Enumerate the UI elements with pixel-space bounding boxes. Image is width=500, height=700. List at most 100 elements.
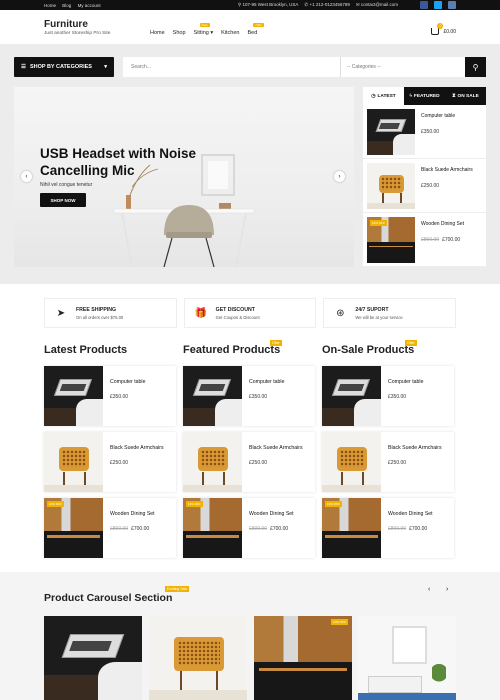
- top-link-blog[interactable]: Blog: [62, 3, 71, 8]
- product-card[interactable]: 13% OFF Wooden Dining Set £800.00 £700.00: [44, 498, 176, 558]
- tab-on-sale[interactable]: ⧗ ON SALE: [445, 87, 486, 105]
- product-card[interactable]: Computer table £350.00: [44, 366, 176, 426]
- product-name[interactable]: Wooden Dining Set: [388, 510, 433, 518]
- search-input[interactable]: Search...: [123, 64, 340, 70]
- hero-slider: USB Headset with Noise Cancelling Mic Ni…: [14, 87, 354, 267]
- offer-badge: Offer: [270, 340, 282, 346]
- product-image[interactable]: 13% OFF: [322, 498, 381, 558]
- section-title: Product Carousel Section: [44, 592, 173, 604]
- product-name[interactable]: Black Suede Armchairs: [110, 444, 164, 452]
- product-price: £350.00: [388, 394, 407, 400]
- offer-badge: Offer: [405, 340, 417, 346]
- facebook-icon[interactable]: [420, 1, 428, 9]
- carousel-next-button[interactable]: ›: [446, 586, 448, 593]
- product-image[interactable]: 13% OFF: [367, 217, 415, 263]
- carousel-item-image[interactable]: 13% OFF: [254, 616, 352, 700]
- cart-area[interactable]: 0 £0.00: [431, 23, 456, 35]
- search-icon: ⚲: [472, 62, 479, 72]
- product-price: £350.00: [249, 394, 268, 400]
- product-card[interactable]: Computer table £350.00: [183, 366, 315, 426]
- top-links: Home Blog My account: [44, 3, 106, 8]
- category-select[interactable]: -- Categories --: [340, 57, 463, 77]
- product-image[interactable]: [183, 366, 242, 426]
- product-name[interactable]: Wooden Dining Set: [110, 510, 155, 518]
- product-image[interactable]: [183, 432, 242, 492]
- instagram-icon[interactable]: [448, 1, 456, 9]
- nav-item-bed[interactable]: Bed Offer: [247, 23, 265, 36]
- list-item[interactable]: 13% OFF Wooden Dining Set £800.00 £700.00: [363, 213, 486, 267]
- carousel-prev-button[interactable]: ‹: [428, 586, 430, 593]
- product-price: £350.00: [421, 129, 440, 135]
- chevron-left-icon: ‹: [25, 173, 28, 180]
- discount-badge: 13% OFF: [47, 501, 64, 507]
- product-name[interactable]: Computer table: [421, 113, 455, 120]
- product-name[interactable]: Computer table: [388, 378, 423, 386]
- product-image[interactable]: [367, 163, 415, 209]
- product-price: £350.00: [110, 394, 129, 400]
- product-image[interactable]: [44, 366, 103, 426]
- product-image[interactable]: [322, 366, 381, 426]
- product-name[interactable]: Black Suede Armchairs: [388, 444, 442, 452]
- product-image[interactable]: 13% OFF: [44, 498, 103, 558]
- list-item[interactable]: Computer table £350.00: [363, 105, 486, 159]
- product-price: £700.00: [270, 526, 289, 532]
- carousel-item-image[interactable]: [44, 616, 142, 700]
- slider-prev-button[interactable]: ‹: [21, 171, 32, 182]
- product-name[interactable]: Computer table: [110, 378, 145, 386]
- tab-featured[interactable]: ϟ FEATURED: [404, 87, 445, 105]
- product-image[interactable]: [322, 432, 381, 492]
- product-card[interactable]: 13% OFF Wooden Dining Set £800.00 £700.00: [322, 498, 454, 558]
- chevron-right-icon: ›: [338, 173, 341, 180]
- product-name[interactable]: Wooden Dining Set: [421, 221, 464, 228]
- search-button[interactable]: ⚲: [465, 57, 486, 77]
- product-image[interactable]: [44, 432, 103, 492]
- product-card[interactable]: 13% OFF Wooden Dining Set £800.00 £700.00: [183, 498, 315, 558]
- top-link-home[interactable]: Home: [44, 3, 56, 8]
- list-item[interactable]: Black Suede Armchairs £250.00: [363, 159, 486, 213]
- product-name[interactable]: Black Suede Armchairs: [249, 444, 303, 452]
- section-title: Featured Products Offer: [183, 340, 282, 356]
- product-card[interactable]: Black Suede Armchairs £250.00: [44, 432, 176, 492]
- main-nav: Home Shop Sitting ▾ New Kitchen Bed Offer: [150, 23, 265, 36]
- slider-next-button[interactable]: ›: [334, 171, 345, 182]
- product-price: £700.00: [442, 237, 461, 243]
- discount-badge: 13% OFF: [331, 619, 348, 625]
- cart-total: £0.00: [443, 28, 456, 35]
- gift-icon: 🎁: [194, 307, 208, 319]
- cart-icon[interactable]: 0: [431, 23, 444, 35]
- product-name[interactable]: Black Suede Armchairs: [421, 167, 473, 174]
- section-title: Latest Products: [44, 344, 128, 356]
- site-title[interactable]: Furniture: [44, 19, 110, 30]
- site-tagline: Just another Storeship Pro Site: [44, 30, 111, 36]
- old-price: £800.00: [110, 526, 129, 532]
- address-text: ⚲ 107-95 West Brooklyn, USA: [237, 2, 299, 7]
- product-card[interactable]: Black Suede Armchairs £250.00: [322, 432, 454, 492]
- section-title: On-Sale Products Offer: [322, 340, 417, 356]
- product-image[interactable]: 13% OFF: [183, 498, 242, 558]
- sale-badge: Exciting Sale: [165, 586, 190, 592]
- nav-item-home[interactable]: Home: [150, 30, 165, 36]
- site-header: Furniture Just another Storeship Pro Sit…: [0, 10, 500, 44]
- top-link-account[interactable]: My account: [78, 3, 101, 8]
- product-name[interactable]: Wooden Dining Set: [249, 510, 294, 518]
- nav-item-shop[interactable]: Shop: [173, 30, 186, 36]
- carousel-item-image[interactable]: [358, 616, 456, 700]
- feature-support: ⊛ 24/7 SUPORT We will be at your service: [323, 298, 457, 328]
- product-card[interactable]: Computer table £350.00: [322, 366, 454, 426]
- carousel-item-image[interactable]: [149, 616, 247, 700]
- top-bar: Home Blog My account ⚲ 107-95 West Brook…: [0, 0, 500, 10]
- shop-now-button[interactable]: SHOP NOW: [40, 193, 86, 207]
- shop-by-categories-button[interactable]: ☰ SHOP BY CATEGORIES ▾: [14, 57, 114, 77]
- product-image[interactable]: [367, 109, 415, 155]
- nav-item-sitting[interactable]: Sitting ▾ New: [194, 23, 213, 36]
- twitter-icon[interactable]: [434, 1, 442, 9]
- nav-item-kitchen[interactable]: Kitchen: [221, 30, 239, 36]
- hourglass-icon: ⧗: [452, 94, 456, 99]
- tab-latest[interactable]: ◷ LATEST: [363, 87, 404, 105]
- product-card[interactable]: Black Suede Armchairs £250.00: [183, 432, 315, 492]
- product-name[interactable]: Computer table: [249, 378, 284, 386]
- product-price: £250.00: [388, 460, 407, 466]
- feature-discount: 🎁 GET DISCOUNT Get Coupon & Discount: [183, 298, 317, 328]
- discount-badge: 13% OFF: [325, 501, 342, 507]
- product-carousel-section: Product Carousel Section Exciting Sale ‹…: [0, 572, 500, 700]
